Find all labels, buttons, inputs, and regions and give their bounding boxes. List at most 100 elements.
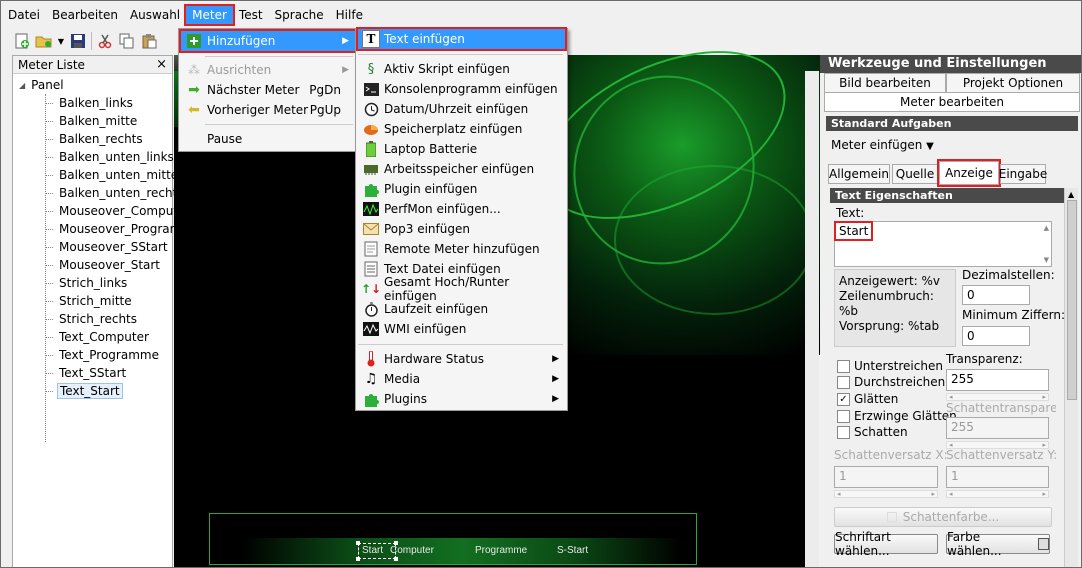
tab-edit-meter[interactable]: Meter bearbeiten bbox=[824, 92, 1080, 112]
scroll-up-icon[interactable]: ▲ bbox=[1068, 190, 1074, 199]
tree-item[interactable]: Mouseover_Start bbox=[13, 256, 172, 274]
tree-item[interactable]: Text_Programme bbox=[13, 346, 172, 364]
submenu-memory[interactable]: Arbeitsspeicher einfügen bbox=[358, 159, 565, 179]
font-button[interactable]: Schriftart wählen... bbox=[834, 530, 938, 558]
shadow-transparency-input[interactable]: 255 bbox=[946, 417, 1049, 439]
menu-datei[interactable]: Datei bbox=[2, 6, 46, 24]
tree-item[interactable]: Mouseover_Programme bbox=[13, 220, 200, 238]
tree-item[interactable]: Mouseover_Computer bbox=[13, 202, 190, 220]
checkmark-icon[interactable]: ✓ bbox=[837, 392, 850, 406]
subtab-display[interactable]: Anzeige bbox=[937, 159, 1001, 187]
tree-item[interactable]: Strich_rechts bbox=[13, 310, 172, 328]
transparency-slider[interactable]: ◂ ▸ bbox=[946, 393, 1049, 401]
shadow-color-button[interactable]: Schattenfarbe... bbox=[834, 507, 1052, 527]
shadow-checkbox[interactable]: Schatten bbox=[837, 425, 908, 439]
menu-item-pause[interactable]: Pause bbox=[181, 129, 355, 149]
submenu-perfmon[interactable]: PerfMon einfügen... bbox=[358, 199, 565, 219]
meter-list-title: Meter Liste bbox=[18, 57, 85, 72]
submenu-plugin[interactable]: Plugin einfügen bbox=[358, 179, 565, 199]
tab-edit-image[interactable]: Bild bearbeiten bbox=[824, 73, 946, 93]
skin-preview[interactable]: Start Computer Programme S-Start bbox=[209, 513, 697, 565]
menu-hilfe[interactable]: Hilfe bbox=[330, 6, 369, 24]
submenu-remote-meter[interactable]: Remote Meter hinzufügen bbox=[358, 239, 565, 259]
close-icon[interactable]: × bbox=[156, 57, 167, 72]
submenu-pop3[interactable]: Pop3 einfügen bbox=[358, 219, 565, 239]
underline-checkbox[interactable]: Unterstreichen bbox=[837, 359, 943, 373]
panel-scrollbar[interactable]: ▲ bbox=[1064, 188, 1078, 567]
decimals-input[interactable]: 0 bbox=[962, 285, 1030, 305]
color-button[interactable]: Farbe wählen... bbox=[946, 530, 1050, 558]
toolbar: ▼ bbox=[13, 29, 175, 53]
submenu-hardware-status[interactable]: Hardware Status ▶ bbox=[358, 349, 565, 369]
shadow-offset-y-slider[interactable]: ◂ ▸ bbox=[946, 490, 1049, 498]
submenu-active-script[interactable]: § Aktiv Skript einfügen bbox=[358, 59, 565, 79]
submenu-disk-space[interactable]: Speicherplatz einfügen bbox=[358, 119, 565, 139]
collapse-triangle-icon[interactable]: ◢ bbox=[19, 81, 25, 90]
shadow-offset-y-input[interactable]: 1 bbox=[946, 466, 1049, 488]
scrollbar-thumb[interactable] bbox=[1067, 200, 1077, 400]
tree-item[interactable]: Balken_unten_links bbox=[13, 148, 174, 166]
open-folder-icon[interactable] bbox=[35, 32, 53, 50]
tree-root-panel[interactable]: ◢ Panel bbox=[13, 76, 172, 94]
min-digits-label: Minimum Ziffern: bbox=[962, 308, 1066, 322]
submenu-laptop-battery[interactable]: Laptop Batterie bbox=[358, 139, 565, 159]
subtab-source[interactable]: Quelle bbox=[892, 164, 938, 184]
insert-meter-dropdown[interactable]: Meter einfügen ▼ bbox=[831, 138, 934, 152]
shadow-offset-x-slider[interactable]: ◂ ▸ bbox=[834, 490, 938, 498]
textarea-scroll-down-icon[interactable]: ▼ bbox=[1044, 256, 1049, 264]
submenu-datetime[interactable]: Datum/Uhrzeit einfügen bbox=[358, 99, 565, 119]
menu-test[interactable]: Test bbox=[233, 6, 269, 24]
menu-meter[interactable]: Meter bbox=[184, 4, 235, 26]
menu-item-add[interactable]: Hinzufügen ▶ bbox=[179, 29, 357, 53]
checkbox-box[interactable] bbox=[837, 409, 850, 423]
copy-icon[interactable] bbox=[118, 32, 136, 50]
cut-icon[interactable] bbox=[96, 32, 114, 50]
submenu-media[interactable]: ♫ Media ▶ bbox=[358, 369, 565, 389]
tree-item[interactable]: Balken_rechts bbox=[13, 130, 172, 148]
canvas-vertical-scrollbar[interactable] bbox=[805, 71, 819, 567]
tree-item[interactable]: Balken_mitte bbox=[13, 112, 172, 130]
paste-icon[interactable] bbox=[140, 32, 158, 50]
resize-handle[interactable] bbox=[356, 557, 360, 561]
smooth-checkbox[interactable]: ✓ Glätten bbox=[837, 392, 898, 406]
tree-item[interactable]: Strich_links bbox=[13, 274, 172, 292]
tree-item[interactable]: Text_Computer bbox=[13, 328, 172, 346]
force-smooth-checkbox[interactable]: Erzwinge Glätten bbox=[837, 409, 957, 423]
tree-item[interactable]: Text_SStart bbox=[13, 364, 172, 382]
menu-item-next-meter[interactable]: ➡ Nächster Meter PgDn bbox=[181, 80, 355, 100]
transparency-input[interactable]: 255 bbox=[946, 369, 1049, 391]
menu-sprache[interactable]: Sprache bbox=[269, 6, 330, 24]
submenu-wmi[interactable]: WMI einfügen bbox=[358, 319, 565, 339]
resize-handle[interactable] bbox=[394, 557, 398, 561]
resize-handle[interactable] bbox=[356, 541, 360, 545]
subtab-input[interactable]: Eingabe bbox=[999, 164, 1047, 184]
menu-auswahl[interactable]: Auswahl bbox=[124, 6, 186, 24]
submenu-total-updown[interactable]: ↑ ↓ Gesamt Hoch/Runter einfügen bbox=[358, 275, 565, 303]
textarea-scroll-up-icon[interactable]: ▲ bbox=[1044, 224, 1049, 232]
submenu-item-label: Pop3 einfügen bbox=[384, 222, 470, 236]
submenu-plugins[interactable]: Plugins ▶ bbox=[358, 389, 565, 409]
menu-bearbeiten[interactable]: Bearbeiten bbox=[46, 6, 124, 24]
shadow-offset-x-input[interactable]: 1 bbox=[834, 466, 938, 488]
tree-item-selected[interactable]: Text_Start bbox=[13, 382, 172, 400]
min-digits-input[interactable]: 0 bbox=[962, 326, 1030, 346]
dropdown-arrow-icon[interactable]: ▼ bbox=[57, 32, 65, 50]
tree-item[interactable]: Balken_unten_mitte bbox=[13, 166, 178, 184]
tree-item[interactable]: Balken_links bbox=[13, 94, 172, 112]
new-file-icon[interactable] bbox=[13, 32, 31, 50]
checkbox-box[interactable] bbox=[837, 359, 850, 373]
checkbox-box[interactable] bbox=[837, 425, 850, 439]
tree-item[interactable]: Strich_mitte bbox=[13, 292, 172, 310]
subtab-general[interactable]: Allgemein bbox=[828, 164, 890, 184]
menu-item-prev-meter[interactable]: ⬅ Vorheriger Meter PgUp bbox=[181, 100, 355, 120]
tree-item[interactable]: Mouseover_SStart bbox=[13, 238, 172, 256]
submenu-console-program[interactable]: Konsolenprogramm einfügen bbox=[358, 79, 565, 99]
submenu-text-insert[interactable]: T Text einfügen bbox=[356, 27, 567, 51]
save-icon[interactable] bbox=[69, 32, 87, 50]
checkbox-box[interactable] bbox=[837, 375, 850, 389]
tab-project-options[interactable]: Projekt Optionen bbox=[946, 73, 1080, 93]
submenu-uptime[interactable]: Laufzeit einfügen bbox=[358, 299, 565, 319]
text-textarea[interactable]: Start ▲ ▼ bbox=[833, 221, 1052, 267]
strikethrough-checkbox[interactable]: Durchstreichen bbox=[837, 375, 945, 389]
tree-item[interactable]: Balken_unten_rechts bbox=[13, 184, 184, 202]
